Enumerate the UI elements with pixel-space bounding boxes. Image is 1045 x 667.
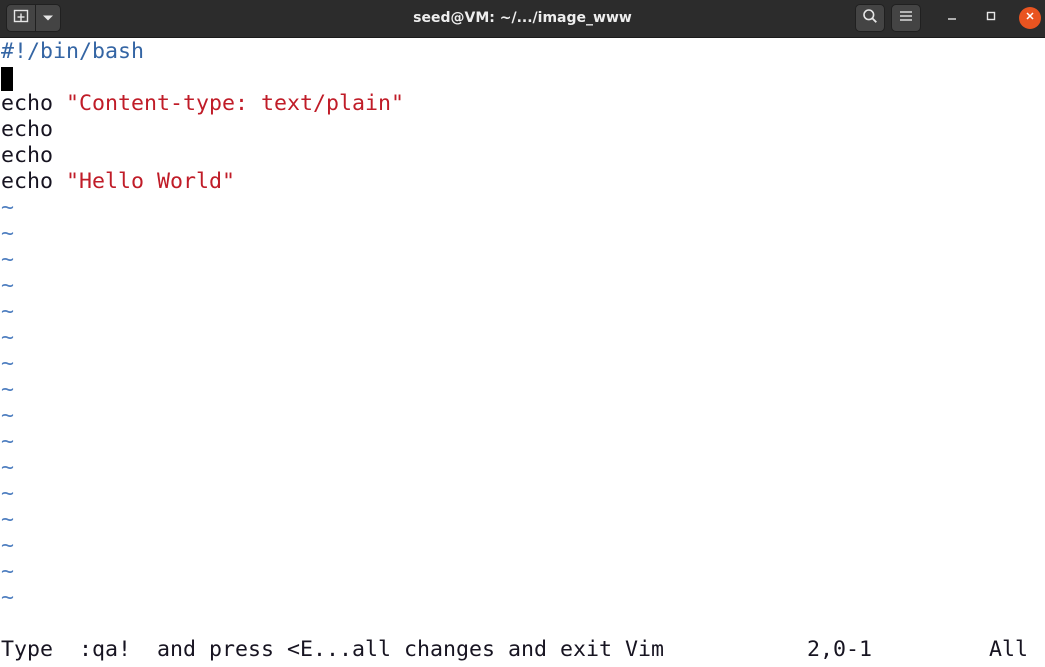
tilde-line: ~	[1, 351, 15, 376]
code-line-shebang: #!/bin/bash	[1, 39, 144, 65]
string-literal: "Content-type: text/plain"	[66, 91, 405, 116]
tilde-line: ~	[1, 403, 15, 428]
tilde-line: ~	[1, 273, 15, 298]
maximize-button[interactable]	[980, 7, 1002, 29]
window-title: seed@VM: ~/.../image_www	[413, 10, 632, 26]
tilde-line: ~	[1, 377, 15, 402]
vim-editor[interactable]: #!/bin/bash echo "Content-type: text/pla…	[0, 39, 1045, 667]
vim-status-line: Type :qa! and press <E...all changes and…	[0, 637, 1045, 663]
scroll-percentage: All	[989, 637, 1029, 662]
tab-menu-button[interactable]	[35, 4, 61, 32]
minimize-button[interactable]	[941, 7, 963, 29]
terminal-window: seed@VM: ~/.../image_www #!/bin/bash ech…	[0, 0, 1045, 667]
close-icon	[1024, 9, 1036, 27]
tilde-line: ~	[1, 299, 15, 324]
text-cursor	[1, 67, 13, 91]
tilde-line: ~	[1, 195, 15, 220]
tilde-line: ~	[1, 585, 15, 610]
tilde-line: ~	[1, 325, 15, 350]
echo-keyword: echo	[1, 117, 54, 142]
new-tab-icon	[13, 9, 29, 28]
search-button[interactable]	[855, 4, 885, 32]
chevron-down-icon	[42, 9, 54, 27]
echo-keyword: echo	[1, 143, 54, 168]
tilde-line: ~	[1, 221, 15, 246]
code-line-echo: echo	[1, 143, 53, 169]
echo-keyword: echo	[1, 91, 54, 116]
title-bar: seed@VM: ~/.../image_www	[0, 0, 1045, 38]
minimize-icon	[946, 9, 958, 27]
hamburger-menu-icon	[899, 9, 913, 27]
cursor-position: 2,0-1	[807, 637, 873, 662]
new-tab-button[interactable]	[6, 4, 36, 32]
maximize-icon	[985, 9, 997, 27]
tilde-line: ~	[1, 507, 15, 532]
search-icon	[862, 8, 878, 29]
close-button[interactable]	[1019, 7, 1041, 29]
echo-keyword: echo	[1, 169, 54, 194]
code-line-echo-hello: echo "Hello World"	[1, 169, 235, 195]
status-message: Type :qa! and press <E...all changes and…	[1, 637, 665, 662]
main-menu-button[interactable]	[891, 4, 921, 32]
tilde-line: ~	[1, 247, 15, 272]
tilde-line: ~	[1, 429, 15, 454]
tilde-line: ~	[1, 559, 15, 584]
string-literal: "Hello World"	[66, 169, 236, 194]
tilde-line: ~	[1, 455, 15, 480]
tilde-line: ~	[1, 481, 15, 506]
shebang-text: #!/bin/bash	[1, 39, 145, 64]
code-line-echo: echo	[1, 117, 53, 143]
tilde-line: ~	[1, 533, 15, 558]
code-line-echo-content-type: echo "Content-type: text/plain"	[1, 91, 404, 117]
